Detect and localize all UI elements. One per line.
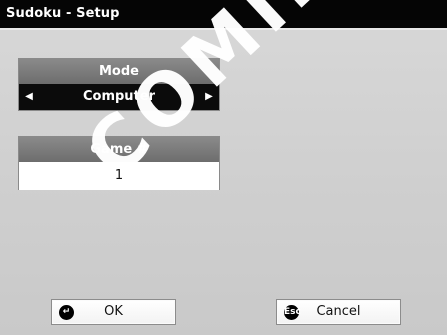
ok-button-label: OK: [104, 304, 123, 319]
cancel-button[interactable]: Esc Cancel: [276, 299, 401, 325]
mode-value: Computer: [82, 89, 156, 104]
mode-header: Mode: [19, 59, 219, 84]
left-arrow-icon[interactable]: ◀: [21, 84, 37, 110]
right-arrow-icon[interactable]: ▶: [201, 84, 217, 110]
ok-button[interactable]: ↵ OK: [51, 299, 176, 325]
game-panel: Game # 1: [18, 136, 220, 190]
game-number-field[interactable]: 1: [19, 162, 219, 190]
game-header: Game #: [19, 137, 219, 162]
mode-panel: Mode ◀ Computer ▶: [18, 58, 220, 111]
window-title: Sudoku - Setup: [6, 6, 120, 21]
cancel-button-label: Cancel: [316, 304, 361, 319]
mode-selector[interactable]: ◀ Computer ▶: [19, 84, 219, 110]
sudoku-setup-screen: Sudoku - Setup COMING Mode ◀ Computer ▶ …: [0, 0, 447, 335]
title-bar: Sudoku - Setup: [0, 0, 447, 28]
title-divider: [0, 28, 447, 30]
